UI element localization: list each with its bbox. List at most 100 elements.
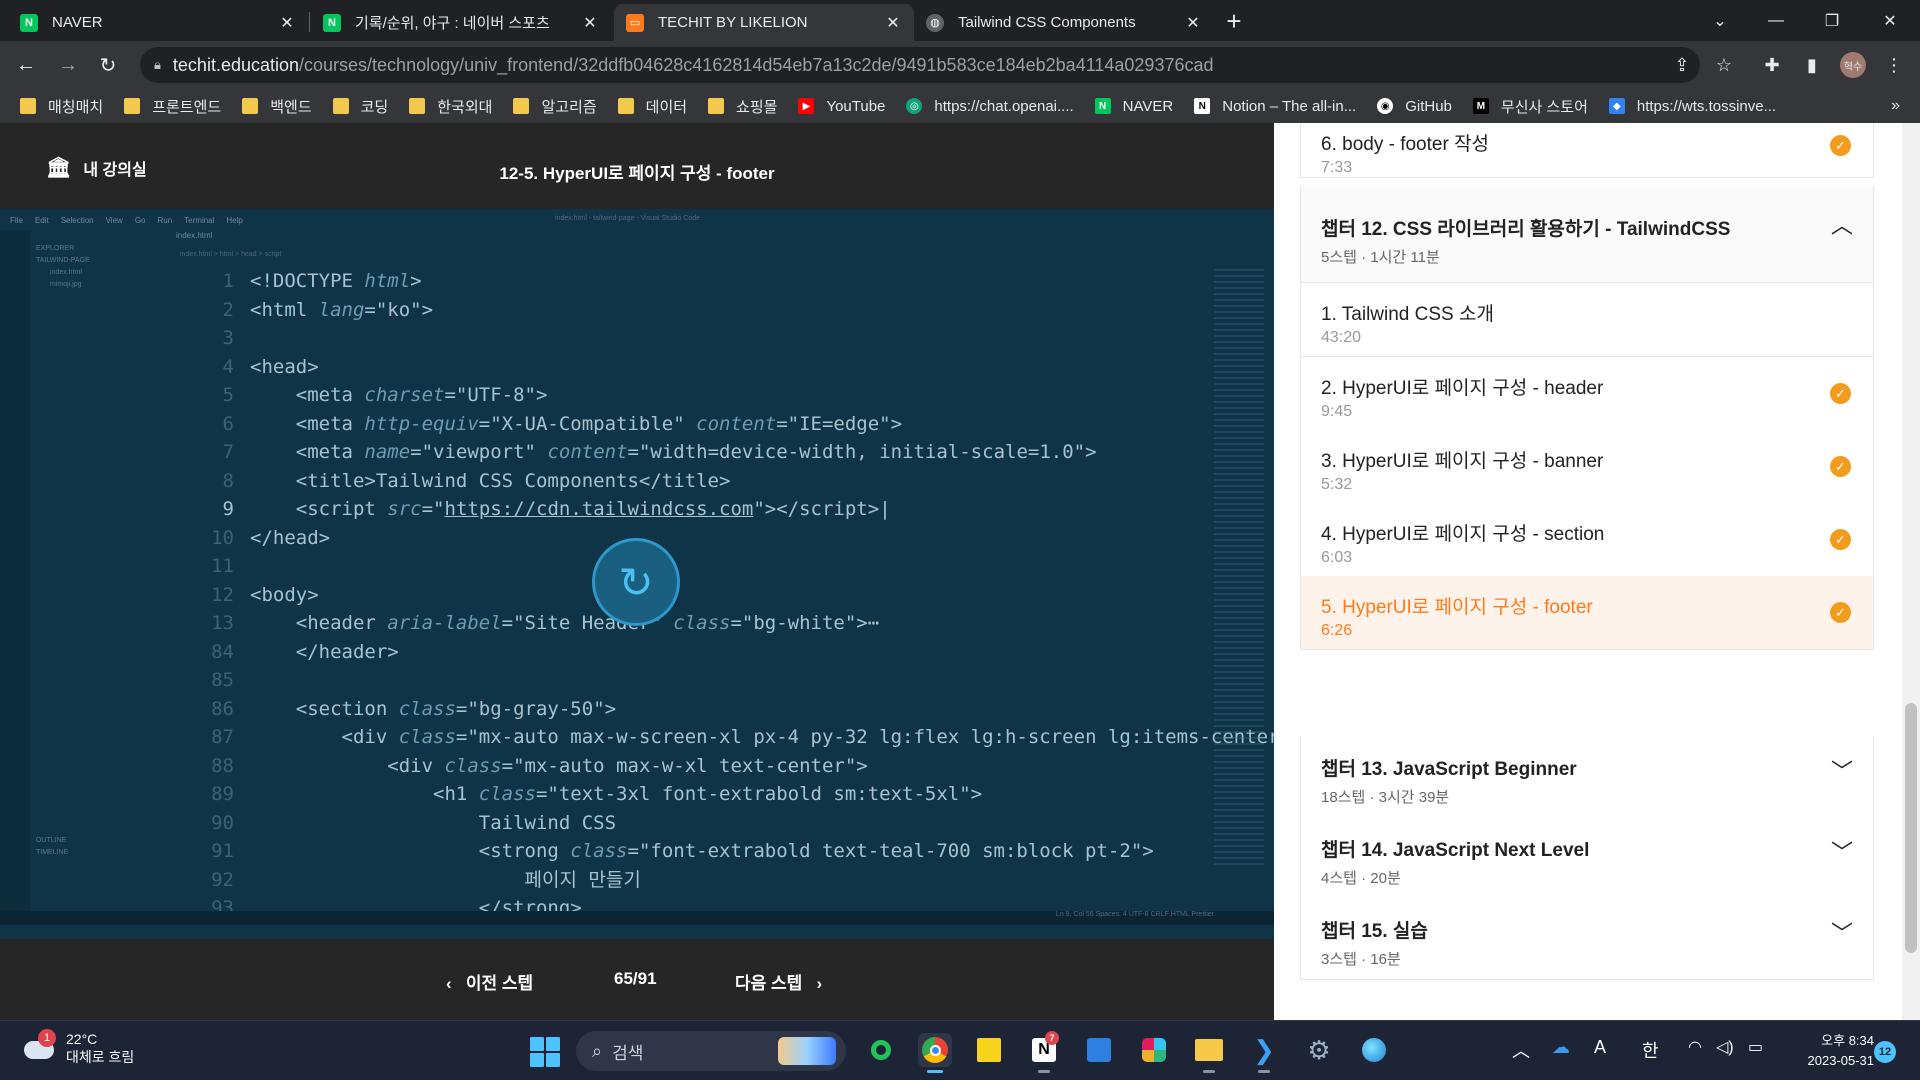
extensions-puzzle-icon[interactable]: ✚ [1756, 49, 1788, 81]
explorer-outline: OUTLINE [36, 837, 67, 844]
camera-app-icon[interactable] [864, 1033, 898, 1067]
new-tab-button[interactable]: + [1220, 8, 1248, 36]
tab-naver-sports[interactable]: N 기록/순위, 야구 : 네이버 스포츠 ✕ [311, 4, 611, 41]
taskbar-search[interactable]: ⌕ 검색 [576, 1031, 846, 1071]
chrome-icon[interactable] [918, 1033, 952, 1073]
bookmark-item[interactable]: 쇼핑몰 [708, 96, 777, 117]
forward-arrow-icon[interactable]: → [52, 49, 84, 81]
code-line: 12 <body> [200, 581, 1274, 610]
weather-widget[interactable]: 1 22°C 대체로 흐림 [22, 1029, 134, 1066]
step-item[interactable]: 2. HyperUI로 페이지 구성 - header 9:45 ✓ [1300, 357, 1874, 431]
chapter-header[interactable]: 챕터 14. JavaScript Next Level 4스텝 · 20분 ﹀ [1300, 817, 1874, 899]
ime-lang-han[interactable]: 한 [1642, 1037, 1659, 1063]
close-icon[interactable]: ✕ [1184, 13, 1202, 33]
slack-icon[interactable] [1137, 1033, 1171, 1067]
tab-naver[interactable]: N NAVER ✕ [8, 4, 308, 41]
close-icon[interactable]: ✕ [278, 13, 296, 33]
minimize-button[interactable]: — [1748, 0, 1804, 41]
step-time: 43:20 [1321, 329, 1362, 346]
bookmark-item[interactable]: 데이터 [617, 96, 687, 117]
restore-button[interactable]: ❐ [1804, 0, 1860, 41]
chapter-header[interactable]: 챕터 15. 실습 3스텝 · 16분 ﹀ [1300, 898, 1874, 980]
check-circle-icon: ✓ [1830, 602, 1851, 623]
tab-title: 기록/순위, 야구 : 네이버 스포츠 [355, 15, 550, 32]
bookmark-item[interactable]: 알고리즘 [513, 96, 597, 117]
chapter-12-header[interactable]: 챕터 12. CSS 라이브러리 활용하기 - TailwindCSS 5스텝 … [1300, 186, 1874, 283]
code-line: 90 Tailwind CSS [200, 809, 1274, 838]
back-arrow-icon[interactable]: ← [10, 49, 42, 81]
tab-tailwind[interactable]: ◍ Tailwind CSS Components ✕ [914, 4, 1214, 41]
explorer-folder: TAILWIND-PAGE [36, 257, 90, 264]
loading-spinner-icon: ↻ [592, 538, 680, 626]
chapter-meta: 4스텝 · 20분 [1321, 870, 1401, 887]
openai-icon: ◎ [906, 98, 923, 114]
volume-icon[interactable]: ◁) [1716, 1037, 1734, 1057]
prev-step-button[interactable]: ‹ 이전 스텝 [446, 969, 533, 994]
bookmark-item[interactable]: ◆ https://wts.tossinve... [1608, 98, 1776, 115]
curriculum-panel: 6. body - footer 작성 7:33 ✓ 챕터 12. CSS 라이… [1274, 123, 1920, 1020]
url-path: /courses/technology/univ_frontend/32ddfb… [299, 54, 1214, 75]
chapter-header[interactable]: 챕터 13. JavaScript Beginner 18스텝 · 3시간 39분… [1300, 736, 1874, 818]
bookmarks-overflow-button[interactable]: » [1891, 97, 1900, 115]
code-line: 7 <meta name="viewport" content="width=d… [200, 438, 1274, 467]
bookmark-item[interactable]: 매칭매치 [20, 96, 103, 117]
step-title: 6. body - footer 작성 [1321, 134, 1490, 155]
line-number: 87 [211, 726, 234, 748]
tab-techit[interactable]: ▭ TECHIT BY LIKELION ✕ [614, 4, 914, 41]
onedrive-cloud-icon[interactable]: ☁ [1552, 1037, 1570, 1058]
line-number: 2 [222, 298, 234, 321]
github-icon: ◉ [1377, 98, 1394, 114]
notification-count-badge[interactable]: 12 [1874, 1041, 1896, 1063]
notion-icon[interactable]: N7 [1027, 1031, 1061, 1073]
check-circle-icon: ✓ [1830, 529, 1851, 550]
bookmark-star-icon[interactable]: ☆ [1708, 49, 1740, 81]
windows-start-icon[interactable] [530, 1037, 560, 1067]
reload-icon[interactable]: ↻ [92, 49, 124, 81]
close-icon[interactable]: ✕ [884, 13, 902, 33]
step-item[interactable]: 5. HyperUI로 페이지 구성 - footer 6:26 ✓ [1300, 576, 1874, 650]
naver-favicon-icon: N [20, 13, 38, 32]
close-icon[interactable]: ✕ [581, 13, 599, 33]
bookmark-item[interactable]: N NAVER [1094, 98, 1173, 115]
scrollbar[interactable] [1902, 123, 1920, 1020]
file-explorer-icon[interactable] [1192, 1033, 1226, 1073]
step-item[interactable]: 6. body - footer 작성 7:33 ✓ [1300, 123, 1874, 178]
settings-gear-icon[interactable]: ⚙ [1302, 1033, 1336, 1067]
step-item[interactable]: 1. Tailwind CSS 소개 43:20 [1300, 283, 1874, 357]
video-frame[interactable]: File Edit Selection View Go Run Terminal Help i… [0, 209, 1274, 939]
bookmark-item[interactable]: N Notion – The all-in... [1194, 98, 1356, 115]
tray-overflow-chevron-icon[interactable]: ︿ [1512, 1037, 1530, 1063]
bookmark-item[interactable]: ◎ https://chat.openai.... [906, 98, 1074, 115]
globe-app-icon[interactable] [1357, 1033, 1391, 1067]
kebab-menu-icon[interactable]: ⋮ [1878, 49, 1910, 81]
side-panel-icon[interactable]: ▮ [1796, 49, 1828, 81]
folder-icon [708, 98, 725, 114]
bookmark-label: 백엔드 [270, 98, 312, 116]
step-item[interactable]: 3. HyperUI로 페이지 구성 - banner 5:32 ✓ [1300, 430, 1874, 504]
bookmark-item[interactable]: 한국외대 [409, 96, 492, 117]
bookmark-item[interactable]: 백엔드 [242, 96, 312, 117]
system-clock[interactable]: 오후 8:34 2023-05-31 [1790, 1031, 1875, 1071]
scrollbar-thumb[interactable] [1905, 703, 1917, 953]
wifi-icon[interactable]: ◠ [1688, 1037, 1702, 1057]
bookmark-item[interactable]: ◉ GitHub [1377, 98, 1452, 115]
bookmark-item[interactable]: M 무신사 스토어 [1472, 96, 1588, 117]
vscode-icon[interactable]: ❯ [1247, 1033, 1281, 1073]
calendar-icon[interactable] [1082, 1033, 1116, 1067]
battery-icon[interactable]: ▭ [1748, 1037, 1763, 1057]
tab-search-button[interactable]: ⌄ [1692, 0, 1748, 41]
window-close-button[interactable]: ✕ [1862, 0, 1918, 41]
share-icon[interactable]: ⇪ [1666, 49, 1698, 81]
sticky-notes-icon[interactable] [972, 1033, 1006, 1067]
step-item[interactable]: 4. HyperUI로 페이지 구성 - section 6:03 ✓ [1300, 503, 1874, 577]
profile-avatar[interactable]: 혁수 [1840, 52, 1866, 78]
url-bar[interactable]: 🔒︎ techit.education/courses/technology/u… [140, 47, 1700, 83]
ime-lang-a[interactable]: A [1594, 1037, 1606, 1058]
line-number: 91 [211, 840, 234, 862]
bookmark-item[interactable]: ▶ YouTube [798, 98, 885, 115]
bookmark-item[interactable]: 프론트엔드 [124, 96, 221, 117]
code-line: 91 <strong class="font-extrabold text-te… [200, 837, 1274, 866]
bookmark-item[interactable]: 코딩 [332, 96, 388, 117]
next-step-button[interactable]: 다음 스텝 › [735, 969, 822, 994]
cloud-icon: 1 [22, 1029, 56, 1065]
